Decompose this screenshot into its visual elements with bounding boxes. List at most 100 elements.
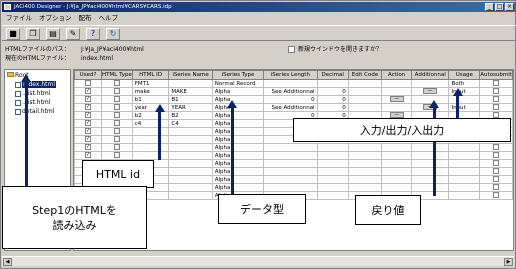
scroll-left-icon[interactable]: ◀ [3,258,12,266]
autosubmit-checkbox[interactable] [493,80,500,87]
iseries-length-cell[interactable] [263,151,318,160]
iseries-length-cell[interactable] [263,143,318,152]
tree-item[interactable]: ...ist.html [15,99,50,107]
edit-code-cell[interactable] [347,95,383,104]
iseries-type-cell[interactable]: Alpha [211,87,265,96]
table-cell[interactable] [411,143,450,152]
tree-item[interactable]: detail.html [15,108,54,116]
column-header[interactable]: Action [381,70,413,80]
used-checkbox[interactable]: ✓ [85,152,92,159]
table-cell[interactable] [479,183,513,192]
table-cell[interactable] [381,79,413,88]
iseries-type-cell[interactable]: Alpha [211,159,265,168]
table-cell[interactable] [101,127,133,136]
table-cell[interactable]: ✓ [74,119,103,128]
table-cell[interactable] [101,111,133,120]
table-cell[interactable]: ✓ [74,143,103,152]
html-id-cell[interactable]: c4 [131,119,170,128]
iseries-type-cell[interactable]: Alpha [211,95,265,104]
table-row[interactable]: ✓yearYEARAlphaSee Additionnal0—Input [74,103,513,112]
used-checkbox[interactable]: ✓ [85,112,92,119]
menu-options[interactable]: オプション [39,13,72,24]
table-row[interactable]: ✓ Alpha [74,143,513,152]
iseries-length-cell[interactable] [263,183,318,192]
iseries-name-cell[interactable] [168,127,213,136]
used-checkbox[interactable]: ✓ [85,144,92,151]
decimal-cell[interactable] [316,183,349,192]
iseries-name-cell[interactable]: B1 [168,95,213,104]
save-icon[interactable]: ■ [6,28,20,40]
iseries-type-cell[interactable]: Normal Record [211,79,265,88]
iseries-name-cell[interactable]: B2 [168,111,213,120]
iseries-name-cell[interactable] [168,167,213,176]
iseries-type-cell[interactable]: Alpha [211,127,265,136]
iseries-name-cell[interactable] [168,191,213,200]
scroll-right-icon[interactable]: ▶ [504,258,513,266]
table-cell[interactable] [381,183,413,192]
column-header[interactable]: HTML ID [131,70,170,80]
table-cell[interactable] [381,143,413,152]
table-cell[interactable] [479,159,513,168]
usage-cell[interactable] [448,95,481,104]
iseries-name-cell[interactable] [168,183,213,192]
menu-deploy[interactable]: 配布 [79,13,92,24]
iseries-length-cell[interactable]: See Additionnal [263,87,318,96]
table-cell[interactable] [74,79,103,88]
used-checkbox[interactable]: ✓ [85,104,92,111]
table-cell[interactable] [479,175,513,184]
table-row[interactable]: ✓ Alpha [74,151,513,160]
iseries-length-cell[interactable]: See Additionnal [263,103,318,112]
table-cell[interactable] [479,103,513,112]
menu-help[interactable]: ヘルプ [99,13,119,24]
table-cell[interactable]: — [411,87,450,96]
decimal-cell[interactable] [316,191,349,200]
autosubmit-checkbox[interactable] [493,152,500,159]
table-cell[interactable]: ✓ [74,111,103,120]
decimal-cell[interactable]: 0 [316,95,349,104]
iseries-type-cell[interactable]: Alpha [211,119,265,128]
table-cell[interactable] [479,167,513,176]
edit-code-cell[interactable] [347,167,383,176]
table-cell[interactable]: ✓ [74,103,103,112]
iseries-name-cell[interactable] [168,143,213,152]
decimal-cell[interactable] [316,143,349,152]
table-cell[interactable] [479,191,513,200]
usage-cell[interactable] [448,143,481,152]
table-cell[interactable]: ✓ [74,95,103,104]
table-cell[interactable] [411,159,450,168]
table-cell[interactable] [381,103,413,112]
usage-cell[interactable] [448,159,481,168]
decimal-cell[interactable] [316,167,349,176]
decimal-cell[interactable]: 0 [316,103,349,112]
used-checkbox[interactable]: ✓ [85,128,92,135]
table-cell[interactable]: — [381,95,413,104]
new-window-checkbox[interactable] [288,46,295,53]
iseries-type-cell[interactable]: Alpha [211,167,265,176]
column-header[interactable]: Decimal [316,70,349,80]
html-id-cell[interactable] [131,135,170,144]
iseries-name-cell[interactable]: MAKE [168,87,213,96]
decimal-cell[interactable] [316,159,349,168]
html-id-cell[interactable] [131,151,170,160]
html-id-cell[interactable]: make [131,87,170,96]
iseries-length-cell[interactable] [263,79,318,88]
autosubmit-checkbox[interactable] [493,176,500,183]
table-cell[interactable] [411,151,450,160]
iseries-length-cell[interactable]: 0 [263,95,318,104]
table-row[interactable]: ✓ make MAKE Alpha See Additionnal 0— Input [74,87,513,96]
autosubmit-checkbox[interactable] [493,184,500,191]
usage-cell[interactable] [448,175,481,184]
paste-icon[interactable]: ▤ [46,28,60,40]
table-cell[interactable] [381,151,413,160]
table-cell[interactable] [101,151,133,160]
table-cell[interactable]: ✓ [74,87,103,96]
edit-code-cell[interactable] [347,151,383,160]
iseries-type-cell[interactable]: Alpha [211,135,265,144]
table-cell[interactable] [101,79,133,88]
html-id-cell[interactable] [131,143,170,152]
column-header[interactable]: Usage [448,70,481,80]
iseries-type-cell[interactable]: Alpha [211,151,265,160]
table-cell[interactable] [411,79,450,88]
tree-item[interactable]: index.html [15,81,56,89]
table-cell[interactable] [479,87,513,96]
